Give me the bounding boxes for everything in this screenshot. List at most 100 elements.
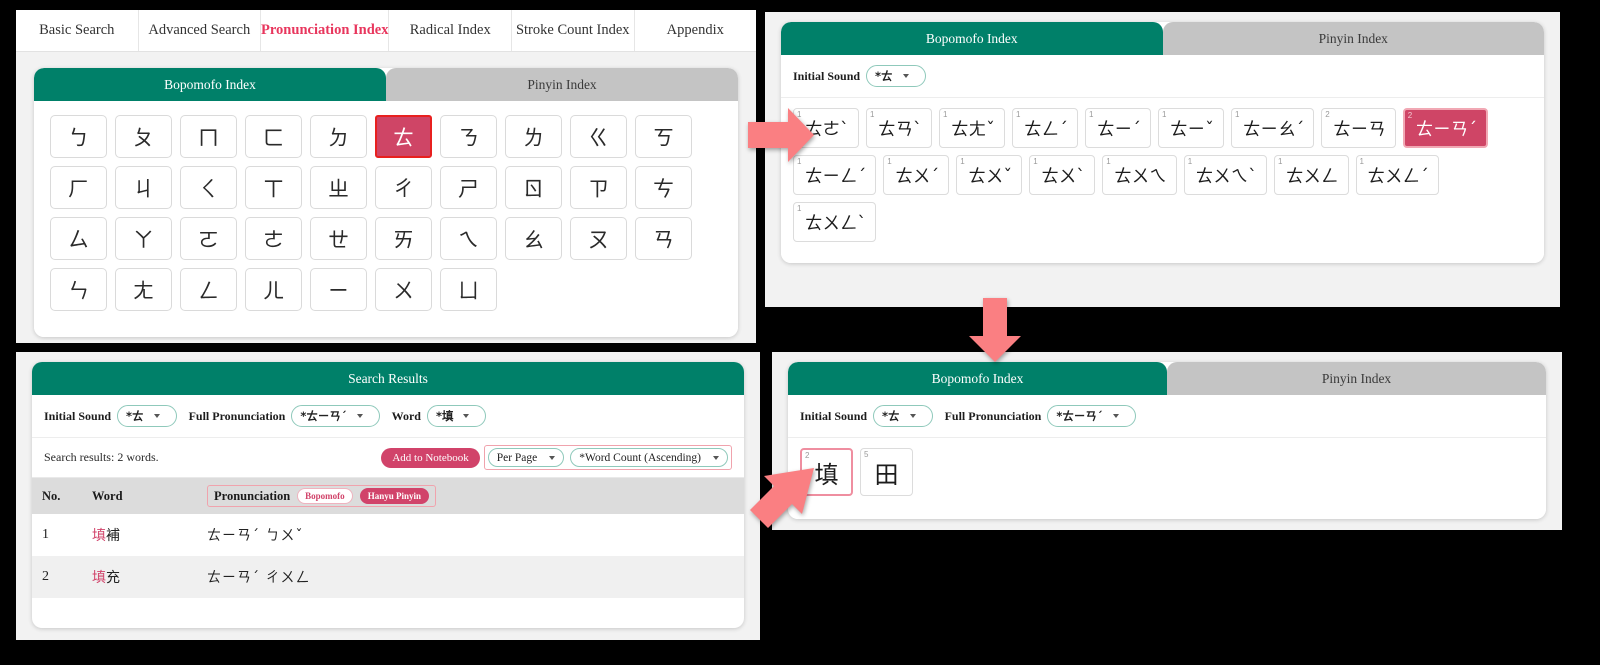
chevron-down-icon xyxy=(549,455,556,460)
row-word[interactable]: 填充 xyxy=(82,556,197,598)
initial-key[interactable]: ㄥ xyxy=(180,268,237,311)
initial-key[interactable]: ㄙ xyxy=(50,217,107,260)
initial-key[interactable]: ㄒ xyxy=(245,166,302,209)
nav-tab-stroke-count-index[interactable]: Stroke Count Index xyxy=(512,10,635,51)
table-row[interactable]: 1 填補 ㄊㄧㄢˊ ㄅㄨˇ xyxy=(32,514,744,556)
pronunciation-tile[interactable]: 1 ㄊㄨˇ xyxy=(956,155,1023,195)
initial-key[interactable]: ㄠ xyxy=(505,217,562,260)
nav-tab-pronunciation-index[interactable]: Pronunciation Index xyxy=(261,10,390,51)
nav-tab-radical-index[interactable]: Radical Index xyxy=(389,10,512,51)
pronunciation-tile[interactable]: 1 ㄊㄧˇ xyxy=(1158,108,1224,148)
add-to-notebook-button[interactable]: Add to Notebook xyxy=(381,447,480,468)
sort-order-select[interactable]: *Word Count (Ascending) xyxy=(570,448,728,467)
initial-key[interactable]: ㄈ xyxy=(245,115,302,158)
initial-key[interactable]: ㄞ xyxy=(375,217,432,260)
initial-key[interactable]: ㄍ xyxy=(570,115,627,158)
pagination-sort-group: Per Page *Word Count (Ascending) xyxy=(483,445,732,470)
initial-key[interactable]: ㄅ xyxy=(50,115,107,158)
pronunciation-tile[interactable]: 1 ㄊㄢˋ xyxy=(866,108,932,148)
initial-key[interactable]: ㄑ xyxy=(180,166,237,209)
initial-key[interactable]: ㄛ xyxy=(180,217,237,260)
results-table-head: No. Word Pronunciation Bopomofo Hanyu Pi… xyxy=(32,478,744,514)
word-tile[interactable]: 5 田 xyxy=(860,448,913,496)
tab-bopomofo-index[interactable]: Bopomofo Index xyxy=(34,68,386,101)
tile-count: 1 xyxy=(1359,157,1364,166)
initial-key[interactable]: ㄢ xyxy=(635,217,692,260)
initial-key[interactable]: ㄆ xyxy=(115,115,172,158)
initial-key[interactable]: ㄘ xyxy=(635,166,692,209)
chevron-down-icon xyxy=(463,414,470,418)
initial-key[interactable]: ㄣ xyxy=(50,268,107,311)
tile-row: 1 ㄊㄨㄥˋ xyxy=(793,202,1532,242)
tab-pinyin-index[interactable]: Pinyin Index xyxy=(1167,362,1546,395)
pronunciation-tile[interactable]: 1 ㄊㄨㄟ xyxy=(1102,155,1177,195)
pronunciation-index-card: Bopomofo Index Pinyin Index Initial Soun… xyxy=(781,22,1544,263)
initial-key[interactable]: ㄝ xyxy=(310,217,367,260)
pronunciation-tile[interactable]: 1 ㄊㄧㄠˊ xyxy=(1231,108,1315,148)
pronunciation-tile[interactable]: 1 ㄊㄥˊ xyxy=(1012,108,1078,148)
tile-label: ㄊㄢˋ xyxy=(878,119,922,140)
tile-count: 1 xyxy=(1089,110,1094,119)
initial-key[interactable]: ㄏ xyxy=(50,166,107,209)
nav-tab-appendix[interactable]: Appendix xyxy=(634,10,756,51)
pronunciation-tile[interactable]: 1 ㄊㄨˋ xyxy=(1029,155,1096,195)
word-select[interactable]: *填 xyxy=(426,405,487,427)
initial-key[interactable]: ㄓ xyxy=(310,166,367,209)
badge-bopomofo[interactable]: Bopomofo xyxy=(297,488,353,504)
initial-key[interactable]: ㄐ xyxy=(115,166,172,209)
initial-key[interactable]: ㄜ xyxy=(245,217,302,260)
index-tab-strip: Bopomofo Index Pinyin Index xyxy=(34,68,738,101)
initial-key[interactable]: ㄖ xyxy=(505,166,562,209)
badge-hanyu-pinyin[interactable]: Hanyu Pinyin xyxy=(359,488,429,504)
initial-key[interactable]: ㄧ xyxy=(310,268,367,311)
nav-tab-advanced-search[interactable]: Advanced Search xyxy=(138,10,262,51)
tile-label: ㄊㄥˊ xyxy=(1024,119,1068,140)
pronunciation-tile[interactable]: 1 ㄊㄧˊ xyxy=(1085,108,1151,148)
full-pronunciation-select[interactable]: *ㄊㄧㄢˊ xyxy=(291,405,380,427)
tile-label: ㄊㄨㄥˊ xyxy=(1367,166,1429,187)
tile-count: 2 xyxy=(805,451,810,460)
tile-count: 1 xyxy=(797,204,802,213)
pronunciation-tile[interactable]: 1 ㄊㄨㄟˋ xyxy=(1183,155,1267,195)
tab-pinyin-index[interactable]: Pinyin Index xyxy=(1162,22,1544,55)
full-pronunciation-select[interactable]: *ㄊㄧㄢˊ xyxy=(1047,405,1136,427)
initial-key[interactable]: ㄤ xyxy=(115,268,172,311)
initial-key[interactable]: ㄕ xyxy=(440,166,497,209)
pronunciation-tile[interactable]: 1 ㄊㄨˊ xyxy=(883,155,950,195)
initial-sound-select[interactable]: *ㄊ xyxy=(873,405,933,427)
initial-key[interactable]: ㄌ xyxy=(505,115,562,158)
word-panel-body: Bopomofo Index Pinyin Index Initial Soun… xyxy=(772,352,1562,530)
initial-key[interactable]: ㄇ xyxy=(180,115,237,158)
initial-key[interactable]: ㄚ xyxy=(115,217,172,260)
pronunciation-tile[interactable]: 1 ㄊㄨㄥˋ xyxy=(793,202,877,242)
initial-key[interactable]: ㄉ xyxy=(310,115,367,158)
initial-key[interactable]: ㄟ xyxy=(440,217,497,260)
pronunciation-tile[interactable]: 2 ㄊㄧㄢ xyxy=(1321,108,1396,148)
row-pronunciation: ㄊㄧㄢˊ ㄅㄨˇ xyxy=(207,528,304,544)
nav-tab-basic-search[interactable]: Basic Search xyxy=(16,10,139,51)
initial-key[interactable]: ㄗ xyxy=(570,166,627,209)
tab-pinyin-index[interactable]: Pinyin Index xyxy=(386,68,738,101)
tab-bopomofo-index[interactable]: Bopomofo Index xyxy=(781,22,1163,55)
initial-key[interactable]: ㄦ xyxy=(245,268,302,311)
tile-label: ㄊㄨˇ xyxy=(968,166,1013,187)
initial-key[interactable]: ㄋ xyxy=(440,115,497,158)
pronunciation-tile-selected[interactable]: 2 ㄊㄧㄢˊ xyxy=(1402,108,1488,148)
initial-sound-select[interactable]: *ㄊ xyxy=(866,65,926,87)
pronunciation-tile[interactable]: 1 ㄊㄨㄥˊ xyxy=(1355,155,1439,195)
table-row[interactable]: 2 填充 ㄊㄧㄢˊ ㄔㄨㄥ xyxy=(32,556,744,598)
chevron-down-icon xyxy=(153,414,160,418)
pronunciation-tile[interactable]: 1 ㄊㄨㄥ xyxy=(1274,155,1349,195)
initial-key[interactable]: ㄔ xyxy=(375,166,432,209)
initial-key[interactable]: ㄨ xyxy=(375,268,432,311)
pronunciation-tile[interactable]: 1 ㄊㄤˇ xyxy=(939,108,1005,148)
initial-key[interactable]: ㄡ xyxy=(570,217,627,260)
row-word[interactable]: 填補 xyxy=(82,514,197,556)
initial-sound-select[interactable]: *ㄊ xyxy=(117,405,177,427)
per-page-select[interactable]: Per Page xyxy=(487,448,565,467)
initial-key-selected[interactable]: ㄊ xyxy=(375,115,432,158)
tile-count: 1 xyxy=(1235,110,1240,119)
tab-bopomofo-index[interactable]: Bopomofo Index xyxy=(788,362,1167,395)
initial-key[interactable]: ㄩ xyxy=(440,268,497,311)
initial-key[interactable]: ㄎ xyxy=(635,115,692,158)
